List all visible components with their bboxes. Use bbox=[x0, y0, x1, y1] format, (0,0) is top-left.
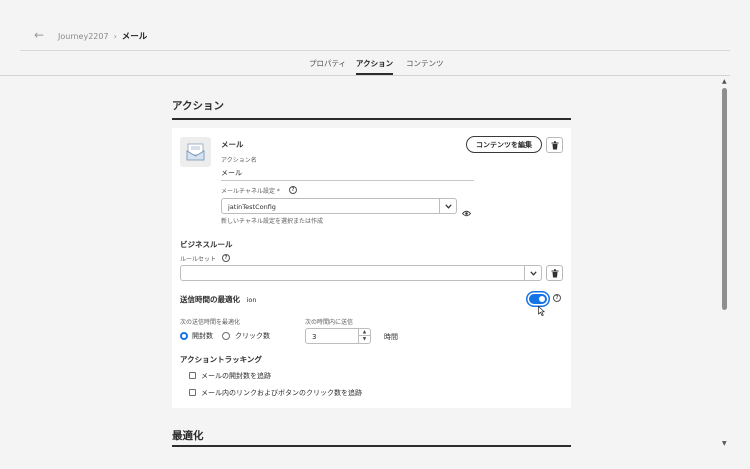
radio-opens[interactable] bbox=[180, 332, 188, 340]
optimization-section-rule bbox=[172, 445, 571, 447]
radio-clicks[interactable] bbox=[222, 332, 230, 340]
ruleset-select[interactable] bbox=[180, 265, 542, 281]
ruleset-label: ルールセット bbox=[180, 256, 217, 263]
send-within-value: 3 bbox=[312, 333, 317, 341]
email-action-title: メール bbox=[221, 140, 244, 149]
chevron-down-icon[interactable] bbox=[524, 266, 541, 280]
required-mark: * bbox=[276, 188, 280, 195]
channel-help-icon[interactable]: ? bbox=[289, 186, 297, 194]
channel-config-label: メールチャネル設定 * bbox=[221, 188, 280, 195]
radio-opens-label: 開封数 bbox=[192, 332, 213, 340]
send-time-help-icon[interactable]: ? bbox=[553, 294, 561, 302]
track-clicks-label: メール内のリンクおよびボタンのクリック数を追跡 bbox=[201, 389, 362, 397]
business-rules-title: ビジネスルール bbox=[180, 240, 233, 249]
send-time-toggle-label: ion bbox=[246, 296, 257, 304]
stepper-down-icon[interactable]: ▼ bbox=[359, 336, 370, 343]
channel-helper-text: 新しいチャネル設定を選択または作成 bbox=[221, 218, 323, 225]
channel-config-value: jatinTestConfig bbox=[228, 203, 276, 211]
edit-content-button[interactable]: コンテンツを編集 bbox=[466, 136, 542, 153]
email-thumbnail bbox=[180, 137, 211, 167]
mouse-cursor-icon bbox=[538, 301, 546, 320]
vertical-scrollbar[interactable]: ▲ ▼ bbox=[720, 78, 730, 448]
tab-bar: プロパティ アクション コンテンツ bbox=[0, 58, 750, 76]
eye-icon[interactable] bbox=[461, 202, 472, 221]
send-within-stepper[interactable]: 3 ▲ ▼ bbox=[305, 328, 371, 344]
action-name-label: アクション名 bbox=[221, 157, 257, 164]
stepper-arrows: ▲ ▼ bbox=[358, 329, 370, 343]
envelope-icon bbox=[186, 143, 205, 161]
tab-action[interactable]: アクション bbox=[356, 58, 394, 75]
send-time-optimization-title: 送信時間の最適化 ion bbox=[180, 295, 257, 304]
breadcrumb-separator-icon: › bbox=[113, 31, 117, 41]
delete-action-button[interactable] bbox=[546, 137, 563, 153]
action-section-title: アクション bbox=[172, 100, 224, 112]
optimization-section-title: 最適化 bbox=[172, 430, 204, 442]
track-opens-label: メールの開封数を追跡 bbox=[201, 372, 271, 380]
tab-properties[interactable]: プロパティ bbox=[309, 58, 346, 75]
ruleset-help-icon[interactable]: ? bbox=[222, 254, 230, 262]
header-divider bbox=[20, 50, 730, 51]
track-opens-checkbox[interactable] bbox=[189, 372, 196, 379]
action-tracking-title: アクショントラッキング bbox=[180, 355, 262, 364]
action-card: メール アクション名 メール コンテンツを編集 メールチャネル設定 * ? ja… bbox=[172, 128, 571, 408]
scroll-up-icon[interactable]: ▲ bbox=[722, 78, 727, 85]
action-name-field[interactable]: メール bbox=[221, 168, 242, 178]
channel-config-select[interactable]: jatinTestConfig bbox=[221, 198, 457, 214]
breadcrumb-current: メール bbox=[121, 32, 148, 42]
action-name-underline bbox=[221, 180, 474, 181]
breadcrumb-parent[interactable]: Journey2207 bbox=[58, 32, 109, 41]
optimize-by-label: 次の送信時間を最適化 bbox=[180, 319, 241, 326]
track-clicks-checkbox[interactable] bbox=[189, 389, 196, 396]
stepper-up-icon[interactable]: ▲ bbox=[359, 329, 370, 336]
trash-icon bbox=[551, 268, 558, 277]
tab-content[interactable]: コンテンツ bbox=[406, 58, 444, 75]
page-header: ← Journey2207 › メール bbox=[0, 0, 750, 50]
tabs-divider bbox=[0, 75, 730, 76]
send-within-label: 次の時間内に送信 bbox=[305, 319, 354, 326]
scroll-thumb[interactable] bbox=[722, 88, 727, 310]
breadcrumb: Journey2207 › メール bbox=[58, 30, 148, 43]
trash-icon bbox=[551, 140, 558, 149]
action-section-rule bbox=[172, 118, 571, 120]
delete-ruleset-button[interactable] bbox=[546, 265, 563, 281]
send-within-unit: 時間 bbox=[384, 333, 398, 341]
back-arrow-icon[interactable]: ← bbox=[34, 29, 44, 41]
scroll-down-icon[interactable]: ▼ bbox=[722, 440, 727, 447]
chevron-down-icon[interactable] bbox=[439, 199, 456, 213]
radio-clicks-label: クリック数 bbox=[235, 332, 270, 340]
